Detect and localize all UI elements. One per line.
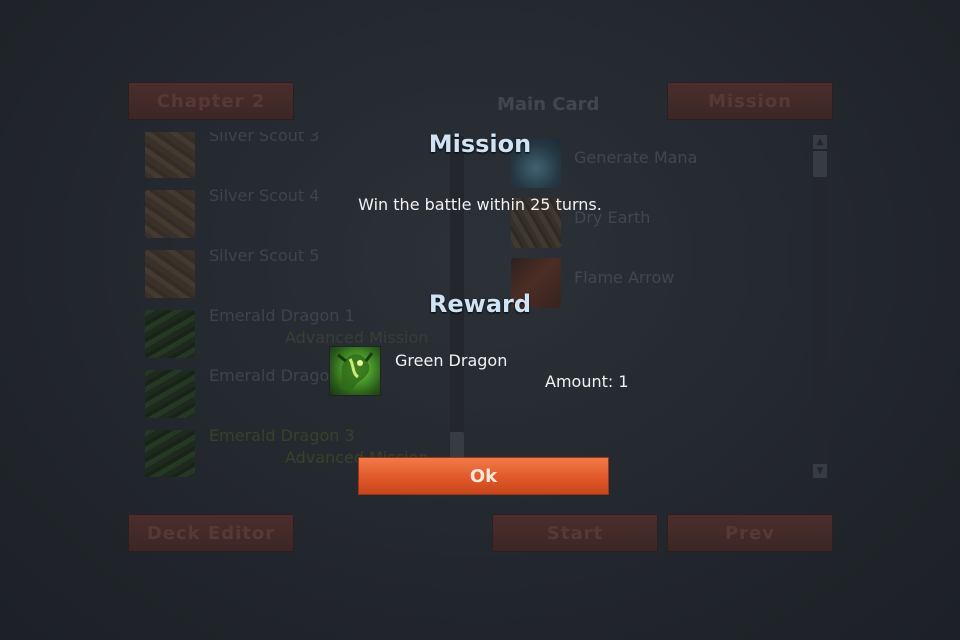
reward-name: Green Dragon <box>395 351 508 370</box>
mission-description: Win the battle within 25 turns. <box>358 195 602 214</box>
dim-overlay <box>0 0 960 640</box>
reward-title: Reward <box>428 290 532 318</box>
ok-button[interactable]: Ok <box>358 457 609 495</box>
reward-amount: Amount: 1 <box>545 372 629 391</box>
mission-title: Mission <box>428 130 532 158</box>
green-dragon-card-icon <box>329 346 381 396</box>
